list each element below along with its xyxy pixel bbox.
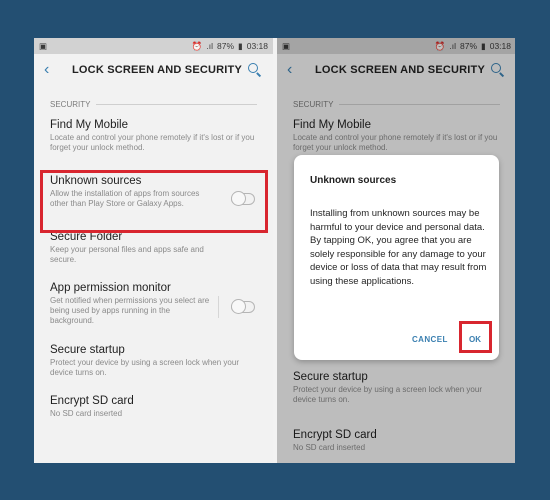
ok-highlight-box <box>459 321 492 353</box>
toggle-divider <box>218 296 219 318</box>
unknown-sources-dialog: Unknown sources Installing from unknown … <box>294 155 499 360</box>
item-subtitle: Protect your device by using a screen lo… <box>50 358 239 377</box>
battery-icon: ▮ <box>238 40 243 51</box>
section-label: SECURITY <box>50 100 91 109</box>
item-title: Secure startup <box>50 344 125 356</box>
battery-percent: 87% <box>217 41 235 51</box>
unknown-sources-highlight-box <box>40 170 268 233</box>
cancel-button[interactable]: CANCEL <box>412 335 448 344</box>
item-title: App permission monitor <box>50 282 171 294</box>
item-subtitle: Keep your personal files and apps safe a… <box>50 245 204 264</box>
page-title: LOCK SCREEN AND SECURITY <box>72 64 243 76</box>
item-subtitle: Locate and control your phone remotely i… <box>50 133 255 152</box>
clock: 03:18 <box>246 41 268 51</box>
back-arrow-icon[interactable]: ‹ <box>44 62 62 78</box>
item-title: Find My Mobile <box>50 119 128 131</box>
image-notification-icon: ▣ <box>39 40 48 51</box>
app-permission-monitor-toggle[interactable] <box>231 299 255 314</box>
alarm-icon: ⏰ <box>191 40 203 51</box>
list-item-encrypt-sd-card[interactable]: Encrypt SD card No SD card inserted <box>34 395 273 419</box>
list-item-app-permission-monitor[interactable]: App permission monitor Get notified when… <box>34 282 273 326</box>
dialog-message: Installing from unknown sources may be h… <box>310 208 487 287</box>
signal-icon: .ıl <box>206 41 214 51</box>
list-item-secure-folder[interactable]: Secure Folder Keep your personal files a… <box>34 231 273 265</box>
list-item-secure-startup[interactable]: Secure startup Protect your device by us… <box>34 344 273 378</box>
right-phone-screen: ▣ ⏰ .ıl 87% ▮ 03:18 ‹ LOCK SCREEN AND SE… <box>277 38 515 463</box>
item-subtitle: No SD card inserted <box>50 409 123 418</box>
screenshot-frame: ▣ ⏰ .ıl 87% ▮ 03:18 ‹ LOCK SCREEN AND SE… <box>34 38 515 463</box>
list-item-find-my-mobile[interactable]: Find My Mobile Locate and control your p… <box>34 119 273 153</box>
dialog-title: Unknown sources <box>310 175 397 186</box>
item-subtitle: Get notified when permissions you select… <box>50 296 210 325</box>
section-divider <box>96 104 257 105</box>
item-title: Encrypt SD card <box>50 395 134 407</box>
status-bar: ▣ ⏰ .ıl 87% ▮ 03:18 <box>34 38 273 54</box>
app-bar: ‹ LOCK SCREEN AND SECURITY <box>34 54 273 86</box>
section-header: SECURITY <box>34 86 273 113</box>
search-icon[interactable] <box>247 62 263 78</box>
left-phone-screen: ▣ ⏰ .ıl 87% ▮ 03:18 ‹ LOCK SCREEN AND SE… <box>34 38 273 463</box>
